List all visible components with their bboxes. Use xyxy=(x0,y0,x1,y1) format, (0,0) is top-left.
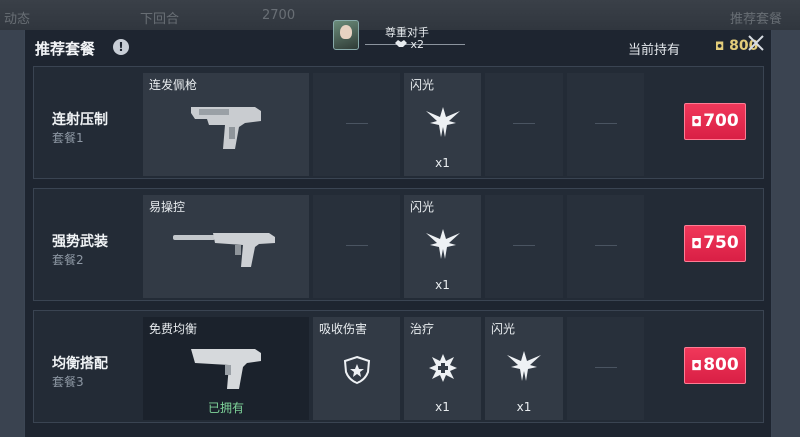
bundle-price: 700 xyxy=(703,111,739,131)
bundle-slot-empty xyxy=(485,195,563,298)
empty-dash xyxy=(345,245,368,246)
bundle-card-1: 连射压制 套餐1 连发佩枪 闪光 x1 ◘700 xyxy=(33,66,764,179)
bundle-slot-empty xyxy=(313,73,400,176)
background-mid-hint: 下回合 xyxy=(140,12,180,27)
bundle-name: 强势武装 xyxy=(52,234,108,250)
empty-dash xyxy=(594,245,617,246)
slot-label: 免费均衡 xyxy=(149,322,198,336)
item-quantity: x1 xyxy=(435,156,450,170)
coin-icon: ◘ xyxy=(715,40,725,53)
bundle-name: 均衡搭配 xyxy=(52,356,108,372)
flash-icon xyxy=(426,229,460,259)
opponent-badge: 尊重对手 x2 xyxy=(325,20,475,64)
panel-header: 推荐套餐 ! 尊重对手 x2 当前持有 ◘ 800 xyxy=(25,20,773,64)
bundle-name: 连射压制 xyxy=(52,112,108,128)
item-quantity: x1 xyxy=(516,400,532,414)
empty-dash xyxy=(594,123,617,124)
slot-label: 治疗 xyxy=(410,322,435,336)
flash-icon xyxy=(507,351,541,381)
bundle-slot-empty xyxy=(567,73,644,176)
bundle-card-2: 强势武装 套餐2 易操控 闪光 x1 ◘750 xyxy=(33,188,764,301)
smg-pistol-icon xyxy=(191,107,261,149)
bundle-subtitle: 套餐1 xyxy=(52,131,84,145)
coin-icon: ◘ xyxy=(691,237,703,252)
empty-dash xyxy=(594,367,617,368)
slot-label: 闪光 xyxy=(410,78,435,92)
bundle-slot-flash[interactable]: 闪光 x1 xyxy=(404,195,481,298)
bundle-slot-empty xyxy=(485,73,563,176)
empty-dash xyxy=(513,245,535,246)
slot-label: 连发佩枪 xyxy=(149,78,198,92)
bundle-slot-empty xyxy=(313,195,400,298)
bundle-price: 800 xyxy=(703,355,739,375)
buy-bundle-1-button[interactable]: ◘700 xyxy=(684,103,746,140)
bundle-subtitle: 套餐2 xyxy=(52,253,84,267)
heal-icon xyxy=(429,354,457,382)
bundle-slot-heal[interactable]: 治疗 x1 xyxy=(404,317,481,420)
bundle-card-3: 均衡搭配 套餐3 免费均衡 已拥有 吸收伤害 治疗 x1 闪光 x1 ◘800 xyxy=(33,310,764,423)
opponent-multiplier: x2 xyxy=(395,38,424,51)
bundle-slot-weapon[interactable]: 连发佩枪 xyxy=(143,73,309,176)
opponent-avatar xyxy=(333,20,359,50)
slot-label: 易操控 xyxy=(149,200,186,214)
background-left-hint: 动态 xyxy=(4,12,31,27)
bundle-slot-empty xyxy=(567,195,644,298)
bundle-slot-armor[interactable]: 吸收伤害 xyxy=(313,317,400,420)
bundle-slot-weapon[interactable]: 易操控 xyxy=(143,195,309,298)
opponent-multiplier-value: x2 xyxy=(410,38,425,51)
background-right-strip xyxy=(772,30,800,437)
background-mid-value: 2700 xyxy=(262,8,296,23)
slot-label: 吸收伤害 xyxy=(319,322,368,336)
close-button[interactable] xyxy=(745,34,767,56)
buy-bundle-2-button[interactable]: ◘750 xyxy=(684,225,746,262)
bundle-subtitle: 套餐3 xyxy=(52,375,84,389)
owned-status: 已拥有 xyxy=(207,401,244,415)
silenced-pistol-icon xyxy=(173,233,275,267)
info-icon[interactable]: ! xyxy=(113,39,129,55)
flash-icon xyxy=(426,107,460,137)
bundle-slot-flash[interactable]: 闪光 x1 xyxy=(485,317,563,420)
free-pistol-icon xyxy=(191,349,261,389)
bundle-price: 750 xyxy=(703,233,739,253)
recommended-bundles-panel: 推荐套餐 ! 尊重对手 x2 当前持有 ◘ 800 连射压制 套餐1 连发佩枪 xyxy=(24,20,773,437)
shield-icon xyxy=(343,355,371,385)
item-quantity: x1 xyxy=(435,278,450,292)
panel-title: 推荐套餐 xyxy=(35,40,96,58)
bundle-slot-weapon[interactable]: 免费均衡 已拥有 xyxy=(143,317,309,420)
bundle-slot-empty xyxy=(567,317,644,420)
empty-dash xyxy=(345,123,368,124)
background-right-hint: 推荐套餐 xyxy=(730,12,783,27)
background-left-strip xyxy=(0,30,24,437)
slot-label: 闪光 xyxy=(491,322,516,336)
bundle-slot-flash[interactable]: 闪光 x1 xyxy=(404,73,481,176)
owned-label: 当前持有 xyxy=(628,43,681,58)
handshake-icon xyxy=(395,40,407,47)
slot-label: 闪光 xyxy=(410,200,435,214)
coin-icon: ◘ xyxy=(691,359,703,374)
coin-icon: ◘ xyxy=(691,115,703,130)
buy-bundle-3-button[interactable]: ◘800 xyxy=(684,347,746,384)
item-quantity: x1 xyxy=(435,400,450,414)
empty-dash xyxy=(513,123,535,124)
close-icon xyxy=(748,35,764,51)
